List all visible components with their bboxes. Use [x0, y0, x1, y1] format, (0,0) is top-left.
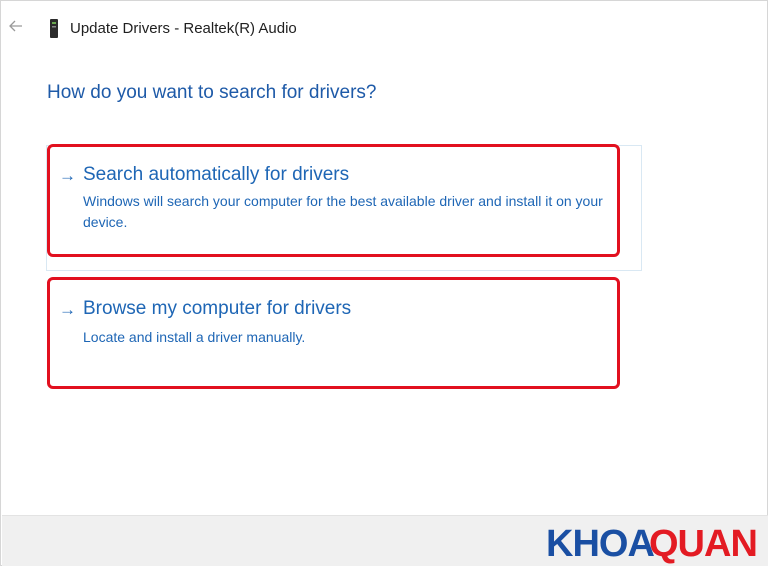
- search-automatically-option[interactable]: → Search automatically for drivers Windo…: [47, 144, 620, 257]
- arrow-right-icon: →: [59, 166, 76, 185]
- svg-text:KHOA: KHOA: [546, 523, 654, 564]
- option-title: Search automatically for drivers: [83, 164, 350, 185]
- update-drivers-window: Update Drivers - Realtek(R) Audio How do…: [0, 0, 768, 566]
- back-arrow-icon[interactable]: [9, 19, 25, 35]
- arrow-right-icon: →: [59, 300, 76, 319]
- option-description: Locate and install a driver manually.: [83, 329, 306, 345]
- footer-bar: KHOA QUAN: [2, 515, 768, 566]
- page-heading: How do you want to search for drivers?: [47, 82, 377, 103]
- option-description: Windows will search your computer for th…: [83, 193, 603, 230]
- svg-text:QUAN: QUAN: [649, 523, 756, 564]
- audio-device-icon: [49, 19, 59, 38]
- browse-computer-option[interactable]: → Browse my computer for drivers Locate …: [47, 277, 620, 389]
- option-title: Browse my computer for drivers: [83, 298, 352, 319]
- khoaquan-watermark-logo: KHOA QUAN: [546, 523, 756, 564]
- window-title: Update Drivers - Realtek(R) Audio: [70, 20, 297, 37]
